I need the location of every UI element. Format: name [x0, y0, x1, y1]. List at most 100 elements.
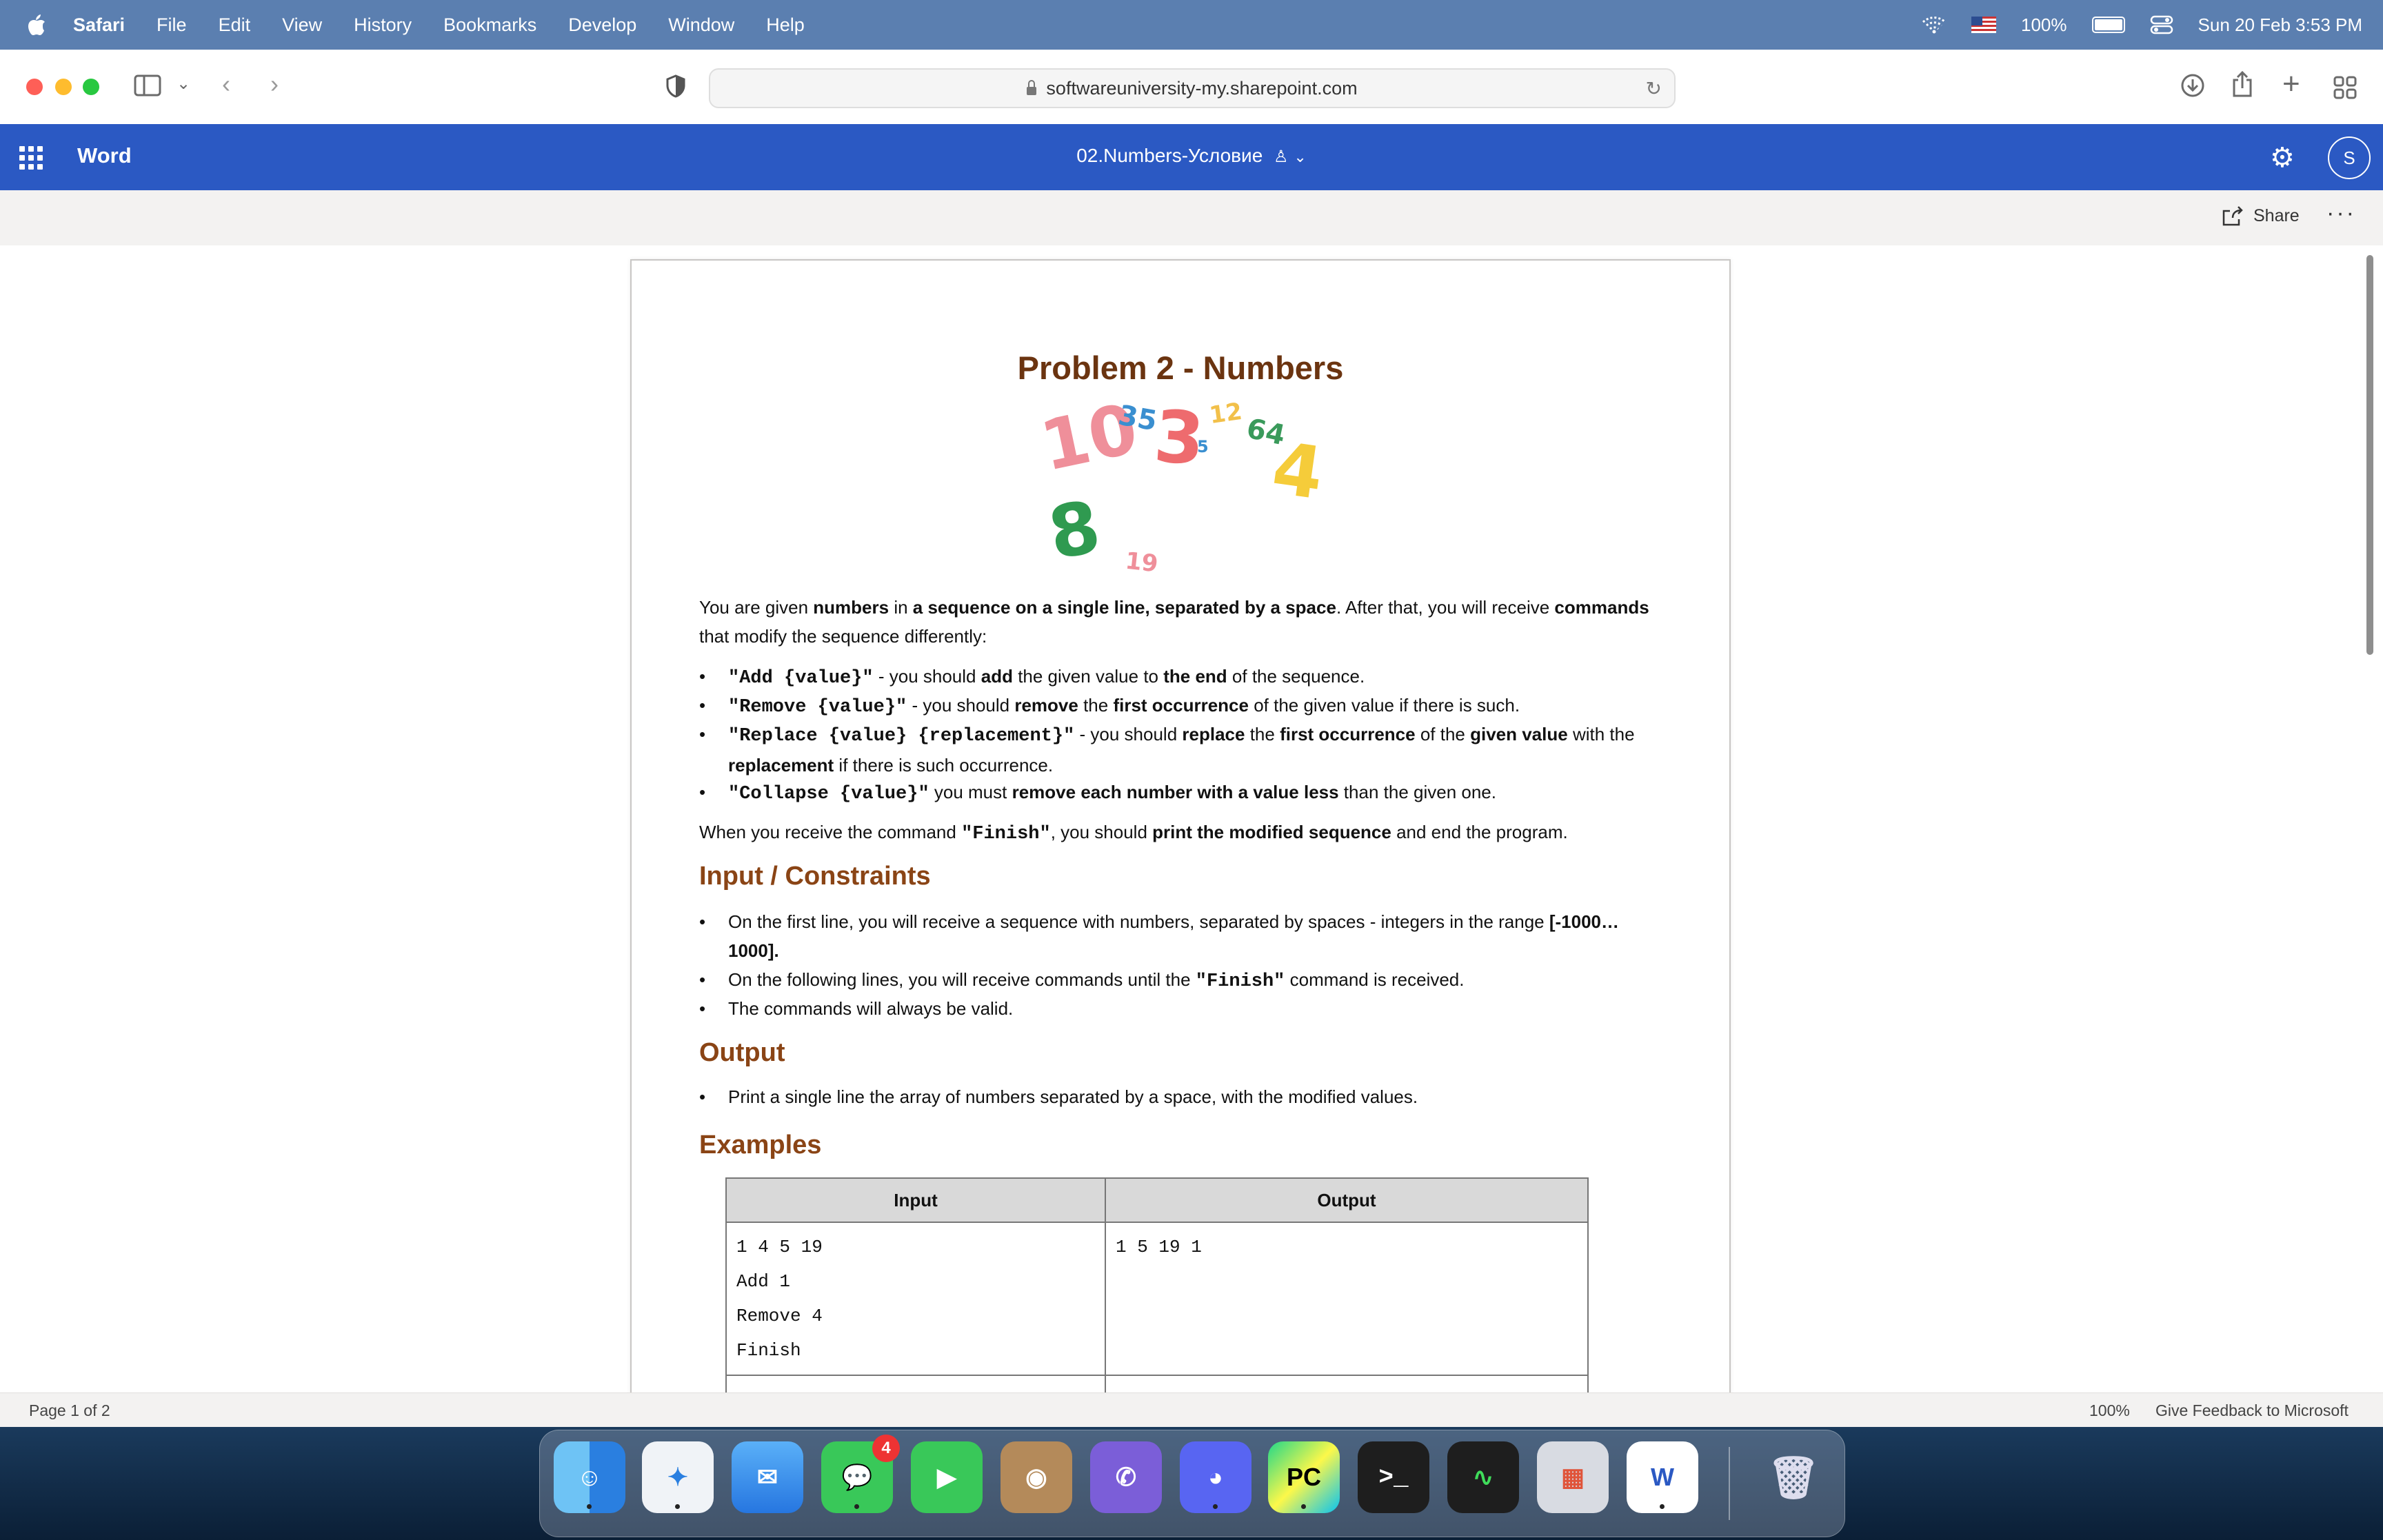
- new-tab-plus-icon[interactable]: +: [2282, 69, 2300, 99]
- mail-icon[interactable]: ✉: [732, 1441, 803, 1513]
- menu-develop[interactable]: Develop: [568, 14, 636, 36]
- window-close-button[interactable]: [26, 79, 43, 95]
- window-zoom-button[interactable]: [83, 79, 99, 95]
- list-item: Print a single line the array of numbers…: [699, 1082, 1666, 1111]
- menu-edit[interactable]: Edit: [219, 14, 251, 36]
- deco-number: 12: [1207, 397, 1244, 430]
- word-icon[interactable]: W: [1627, 1441, 1698, 1513]
- chevron-down-icon[interactable]: ⌄: [1294, 148, 1306, 165]
- facetime-icon[interactable]: ▶: [911, 1441, 983, 1513]
- share-arrow-icon: [2222, 206, 2243, 226]
- menu-bookmarks[interactable]: Bookmarks: [443, 14, 536, 36]
- sidebar-toggle-icon[interactable]: [134, 74, 161, 97]
- forward-chevron-icon[interactable]: ›: [270, 70, 279, 98]
- input-source-flag-icon[interactable]: [1971, 17, 1997, 33]
- document-title[interactable]: 02.Numbers-Условие: [1076, 145, 1263, 166]
- tab-overview-icon[interactable]: [2333, 76, 2357, 99]
- table-header-row: Input Output: [725, 1177, 1589, 1223]
- launchpad-icon[interactable]: ▦: [1537, 1441, 1609, 1513]
- word-header: Word 02.Numbers-Условие ♙ ⌄ ⚙ S: [0, 124, 2383, 190]
- menu-view[interactable]: View: [282, 14, 322, 36]
- vertical-scrollbar[interactable]: [2366, 255, 2373, 655]
- status-menus: 100% Sun 20 Feb 3:53 PM: [1922, 0, 2362, 50]
- discord-icon[interactable]: ◕: [1180, 1441, 1251, 1513]
- url-text: softwareuniversity-my.sharepoint.com: [1046, 77, 1358, 99]
- menu-app-safari[interactable]: Safari: [73, 14, 125, 36]
- list-item: The commands will always be valid.: [699, 994, 1666, 1023]
- heading-examples: Examples: [699, 1131, 822, 1159]
- wifi-icon[interactable]: [1922, 16, 1947, 34]
- shared-people-icon[interactable]: ♙: [1274, 148, 1289, 166]
- battery-icon[interactable]: [2091, 17, 2125, 33]
- feedback-link[interactable]: Give Feedback to Microsoft: [2155, 1401, 2349, 1420]
- terminal-icon[interactable]: >_: [1358, 1441, 1429, 1513]
- dock: ☺ ✦ ✉ 💬 4 ▶ ◉ ✆ ◕ PC >_ ∿ ▦ W 🗑: [539, 1430, 1845, 1537]
- status-bar: Page 1 of 2 100% Give Feedback to Micros…: [0, 1392, 2383, 1428]
- downloads-icon[interactable]: [2180, 73, 2205, 98]
- list-item: "Remove {value}" - you should remove the…: [699, 691, 1666, 722]
- deco-number: 5: [1197, 437, 1209, 456]
- list-item: "Collapse {value}" you must remove each …: [699, 778, 1666, 809]
- list-item: "Add {value}" - you should add the given…: [699, 662, 1666, 693]
- lock-icon: [1027, 80, 1037, 95]
- menu-window[interactable]: Window: [668, 14, 734, 36]
- menu-help[interactable]: Help: [766, 14, 805, 36]
- privacy-shield-icon[interactable]: [666, 74, 685, 98]
- list-item: On the first line, you will receive a se…: [699, 907, 1666, 965]
- back-chevron-icon[interactable]: ‹: [222, 70, 230, 98]
- dock-divider: [1729, 1447, 1730, 1520]
- finder-icon[interactable]: ☺: [554, 1441, 625, 1513]
- messages-icon[interactable]: 💬 4: [821, 1435, 900, 1513]
- examples-table: Input Output 1 4 5 19 Add 1 Remove 4 Fin…: [725, 1177, 1589, 1392]
- address-bar[interactable]: softwareuniversity-my.sharepoint.com ↻: [709, 68, 1676, 108]
- contacts-icon[interactable]: ◉: [1001, 1441, 1072, 1513]
- settings-gear-icon[interactable]: ⚙: [2270, 142, 2295, 174]
- pycharm-icon[interactable]: PC: [1268, 1441, 1340, 1513]
- user-avatar[interactable]: S: [2328, 136, 2371, 179]
- deco-number: 19: [1124, 547, 1160, 578]
- deco-number: 8: [1042, 484, 1107, 576]
- table-cell-output: 1 5 19 1: [1105, 1222, 1589, 1376]
- list-item: On the following lines, you will receive…: [699, 965, 1666, 996]
- document-canvas[interactable]: Problem 2 - Numbers 10 35 3 5 12 64 4 8 …: [0, 245, 2383, 1392]
- deco-number: 4: [1267, 425, 1329, 516]
- finish-paragraph: When you receive the command "Finish", y…: [699, 822, 1568, 844]
- control-center-icon[interactable]: [2150, 15, 2173, 34]
- problem-title: Problem 2 - Numbers: [1017, 349, 1344, 386]
- menu-history[interactable]: History: [354, 14, 412, 36]
- apple-logo-icon[interactable]: [26, 13, 47, 37]
- battery-percent: 100%: [2021, 14, 2067, 35]
- table-cell-input: 1 20 -1 10: [725, 1375, 1106, 1392]
- safari-icon[interactable]: ✦: [642, 1441, 714, 1513]
- table-cell-output: 20 10: [1105, 1375, 1589, 1392]
- menu-bar: Safari File Edit View History Bookmarks …: [0, 0, 2383, 50]
- share-button[interactable]: Share: [2222, 205, 2300, 226]
- reload-icon[interactable]: ↻: [1646, 77, 1662, 100]
- document-title-area[interactable]: 02.Numbers-Условие ♙ ⌄: [0, 145, 2383, 167]
- heading-output: Output: [699, 1038, 785, 1067]
- menu-clock[interactable]: Sun 20 Feb 3:53 PM: [2198, 14, 2362, 36]
- browser-toolbar: ⌄ ‹ › softwareuniversity-my.sharepoint.c…: [0, 50, 2383, 125]
- share-label: Share: [2253, 205, 2300, 225]
- page-count[interactable]: Page 1 of 2: [29, 1401, 110, 1420]
- table-header-output: Output: [1105, 1177, 1589, 1223]
- table-row: 1 4 5 19 Add 1 Remove 4 Finish 1 5 19 1: [725, 1222, 1589, 1376]
- list-item: "Replace {value} {replacement}" - you sh…: [699, 720, 1666, 780]
- viber-icon[interactable]: ✆: [1090, 1441, 1162, 1513]
- activity-monitor-icon[interactable]: ∿: [1447, 1441, 1519, 1513]
- document-page[interactable]: Problem 2 - Numbers 10 35 3 5 12 64 4 8 …: [630, 259, 1731, 1392]
- window-minimize-button[interactable]: [55, 79, 72, 95]
- table-header-input: Input: [725, 1177, 1106, 1223]
- zoom-level[interactable]: 100%: [2089, 1401, 2130, 1420]
- menu-file[interactable]: File: [157, 14, 187, 36]
- messages-badge: 4: [872, 1435, 900, 1462]
- trash-icon[interactable]: 🗑: [1758, 1441, 1829, 1513]
- table-row: 1 20 -1 10 20 10: [725, 1375, 1589, 1392]
- more-options-button[interactable]: ···: [2326, 200, 2356, 227]
- deco-number: 35: [1116, 399, 1160, 438]
- heading-input-constraints: Input / Constraints: [699, 862, 931, 891]
- intro-paragraph: You are given numbers in a sequence on a…: [699, 597, 1649, 647]
- share-icon[interactable]: [2231, 70, 2253, 98]
- table-cell-input: 1 4 5 19 Add 1 Remove 4 Finish: [725, 1222, 1106, 1376]
- tab-group-chevron-down-icon[interactable]: ⌄: [177, 70, 190, 98]
